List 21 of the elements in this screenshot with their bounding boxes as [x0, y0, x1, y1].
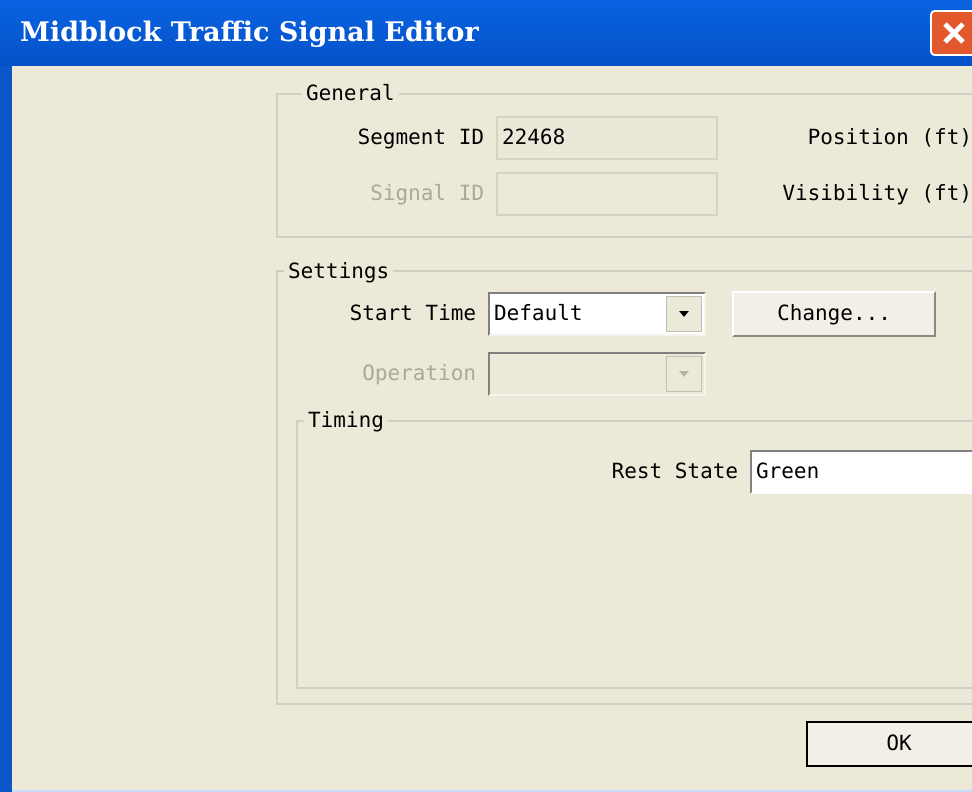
text-field[interactable]: Green	[750, 450, 972, 494]
field-label: Signal ID	[369, 180, 485, 207]
group-title: General	[305, 80, 396, 107]
dropdown[interactable]: Default	[488, 292, 706, 336]
window-title: Midblock Traffic Signal Editor	[20, 16, 479, 50]
close-button[interactable]	[930, 10, 972, 56]
field-label: Segment ID	[356, 124, 485, 151]
field-label: Rest State	[610, 458, 739, 485]
field-label: Visibility (ft)	[781, 180, 972, 207]
caret-icon	[679, 371, 689, 377]
ok-button[interactable]: OK	[806, 721, 972, 767]
caret-icon	[679, 311, 689, 317]
change-button[interactable]: Change...	[732, 291, 936, 337]
text-field[interactable]: 22468	[496, 116, 718, 160]
close-icon	[941, 20, 967, 46]
group-title: Timing	[307, 407, 385, 434]
field-label: Start Time	[348, 300, 477, 328]
dropdown-button[interactable]	[666, 296, 702, 332]
field-label: Operation	[361, 360, 477, 388]
field-label: Position (ft)	[806, 124, 972, 151]
group-title: Settings	[287, 258, 390, 284]
